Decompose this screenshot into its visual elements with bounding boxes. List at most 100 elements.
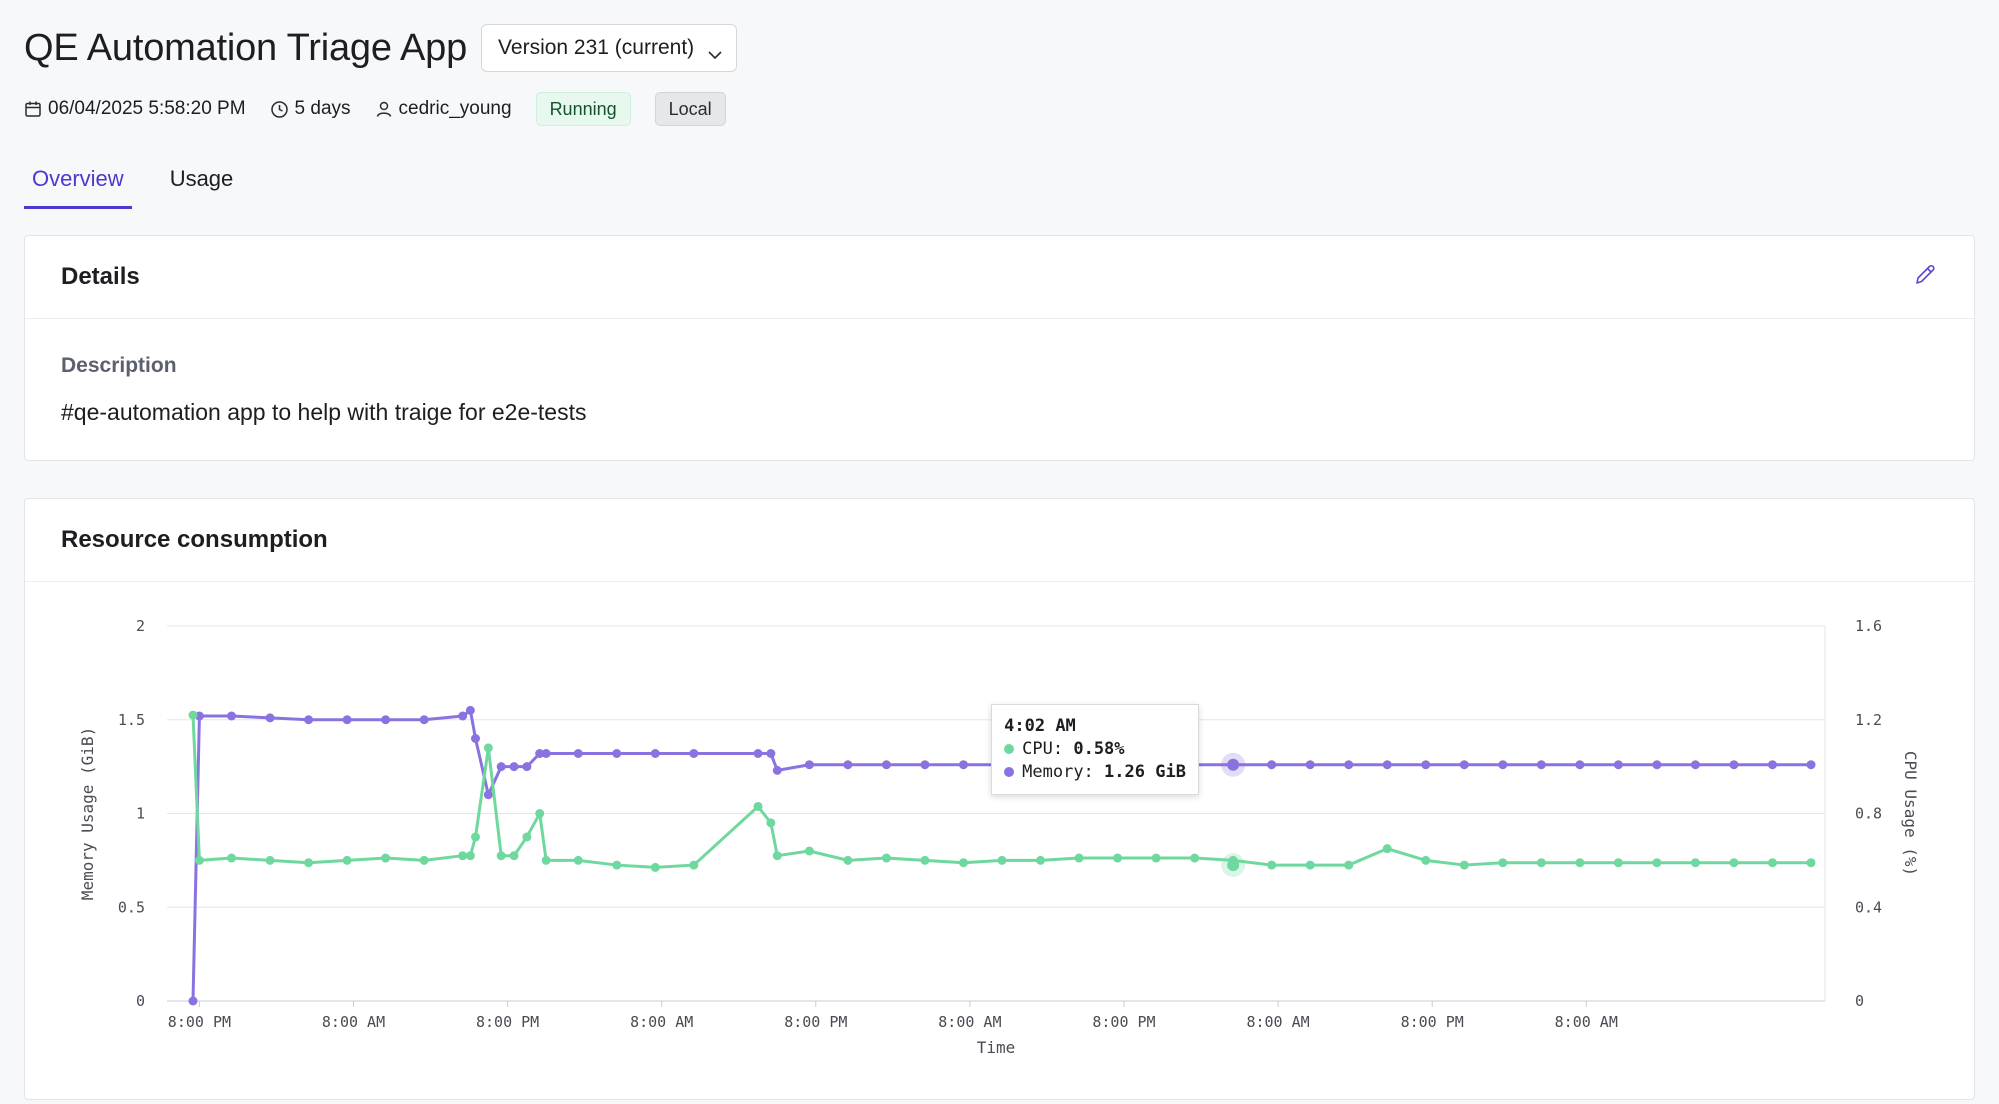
- cpu-data-point: [612, 860, 622, 870]
- cpu-data-point: [535, 809, 545, 818]
- cpu-data-point: [573, 855, 583, 865]
- cpu-data-point: [541, 855, 551, 865]
- tab-bar: Overview Usage: [24, 160, 271, 209]
- cpu-data-point: [689, 860, 699, 870]
- cpu-data-point: [458, 851, 468, 861]
- cpu-data-point: [381, 853, 391, 863]
- x-tick-label: 8:00 AM: [1246, 1013, 1309, 1031]
- cpu-data-point: [1036, 855, 1046, 865]
- resource-chart-svg: 0 0.5 1 1.5 2 0 0.4 0.8 1.2 1.6 8:00 PM 8:00 AM 8:00…: [78, 617, 1920, 1057]
- resource-chart: 0 0.5 1 1.5 2 0 0.4 0.8 1.2 1.6 8:00 PM 8:00 AM 8:00…: [25, 583, 1975, 1099]
- cpu-data-point: [1344, 860, 1354, 870]
- app-age-text: 5 days: [294, 98, 351, 119]
- cpu-data-point: [419, 855, 429, 865]
- memory-data-point: [265, 713, 275, 723]
- cpu-data-point: [1074, 853, 1084, 863]
- cpu-data-point: [1305, 860, 1315, 870]
- cpu-data-point: [1575, 858, 1585, 868]
- app-owner: cedric_young: [375, 98, 512, 120]
- memory-data-point: [1729, 760, 1739, 770]
- memory-data-point: [612, 749, 622, 758]
- y-left-tick-label: 0: [136, 992, 145, 1010]
- cpu-hover-point: [1227, 859, 1240, 872]
- cpu-data-point: [1498, 858, 1508, 868]
- version-select[interactable]: Version 231 (current): [481, 24, 738, 72]
- y-right-tick-label: 0.4: [1855, 898, 1882, 916]
- cpu-data-point: [772, 851, 782, 861]
- y-right-tick-label: 0: [1855, 992, 1864, 1010]
- memory-data-point: [1382, 760, 1392, 770]
- cpu-data-point: [496, 851, 506, 861]
- memory-data-point: [1575, 760, 1585, 770]
- cpu-data-point: [881, 853, 891, 863]
- tooltip-cpu-value: 0.58%: [1073, 739, 1125, 759]
- created-date-text: 06/04/2025 5:58:20 PM: [48, 98, 246, 119]
- edit-icon[interactable]: [1912, 262, 1938, 293]
- resource-header: Resource consumption: [25, 499, 1974, 582]
- memory-data-point: [920, 760, 930, 770]
- memory-data-point: [483, 790, 493, 800]
- cpu-data-point: [753, 801, 763, 811]
- memory-data-point: [1459, 760, 1469, 770]
- x-tick-label: 8:00 PM: [784, 1013, 847, 1031]
- cpu-data-point: [804, 846, 814, 856]
- details-title: Details: [61, 263, 140, 290]
- memory-data-point: [650, 749, 660, 758]
- memory-data-point: [458, 711, 468, 721]
- cpu-data-point: [509, 851, 519, 861]
- x-tick-label: 8:00 PM: [1092, 1013, 1155, 1031]
- memory-data-point: [689, 749, 699, 758]
- cpu-data-point: [465, 851, 475, 861]
- location-badge: Local: [654, 92, 726, 126]
- x-tick-label: 8:00 PM: [168, 1013, 231, 1031]
- created-date: 06/04/2025 5:58:20 PM: [24, 98, 246, 120]
- tooltip-memory-label: Memory:: [1022, 762, 1094, 782]
- cpu-data-point: [843, 855, 853, 865]
- memory-data-point: [509, 762, 519, 772]
- cpu-data-point: [265, 855, 275, 865]
- memory-data-point: [304, 715, 314, 725]
- chevron-down-icon: [708, 42, 722, 60]
- cpu-data-point: [1806, 858, 1816, 868]
- tab-usage[interactable]: Usage: [162, 160, 242, 209]
- app-age: 5 days: [270, 98, 351, 120]
- cpu-data-point: [920, 855, 930, 865]
- memory-data-point: [843, 760, 853, 770]
- cpu-data-point: [997, 855, 1007, 865]
- cpu-data-point: [1382, 844, 1392, 854]
- x-axis-title: Time: [977, 1038, 1016, 1057]
- cpu-data-point: [1190, 853, 1200, 863]
- memory-data-point: [541, 749, 551, 758]
- chart-tooltip: 4:02 AM CPU: 0.58% Memory: 1.26 GiB: [991, 704, 1199, 795]
- cpu-data-point: [342, 855, 352, 865]
- tab-overview[interactable]: Overview: [24, 160, 132, 209]
- cpu-data-point: [650, 862, 660, 872]
- resource-title: Resource consumption: [61, 526, 328, 553]
- memory-data-point: [496, 762, 506, 772]
- tooltip-cpu-label: CPU:: [1022, 739, 1064, 759]
- cpu-data-point: [194, 855, 204, 865]
- cpu-data-point: [1652, 858, 1662, 868]
- memory-data-point: [227, 711, 237, 721]
- details-card: Details Description #qe-automation app t…: [24, 235, 1975, 461]
- details-header: Details: [25, 236, 1974, 319]
- memory-data-point: [766, 749, 776, 758]
- y-left-axis-title: Memory Usage (GiB): [78, 727, 97, 900]
- memory-data-point: [573, 749, 583, 758]
- memory-data-point: [471, 734, 481, 743]
- y-right-axis-title: CPU Usage (%): [1901, 751, 1920, 876]
- calendar-icon: [25, 101, 41, 117]
- page-title: QE Automation Triage App: [24, 26, 468, 69]
- y-right-tick-label: 0.8: [1855, 805, 1882, 823]
- memory-hover-point: [1227, 758, 1240, 771]
- memory-data-point: [381, 715, 391, 725]
- x-tick-label: 8:00 AM: [1555, 1013, 1618, 1031]
- memory-legend-dot: [1004, 767, 1015, 777]
- memory-data-point: [1767, 760, 1777, 770]
- cpu-data-point: [1421, 855, 1431, 865]
- memory-data-point: [1613, 760, 1623, 770]
- memory-data-point: [1344, 760, 1354, 770]
- cpu-data-point: [483, 743, 493, 753]
- memory-data-point: [465, 705, 475, 715]
- memory-data-point: [1806, 760, 1816, 770]
